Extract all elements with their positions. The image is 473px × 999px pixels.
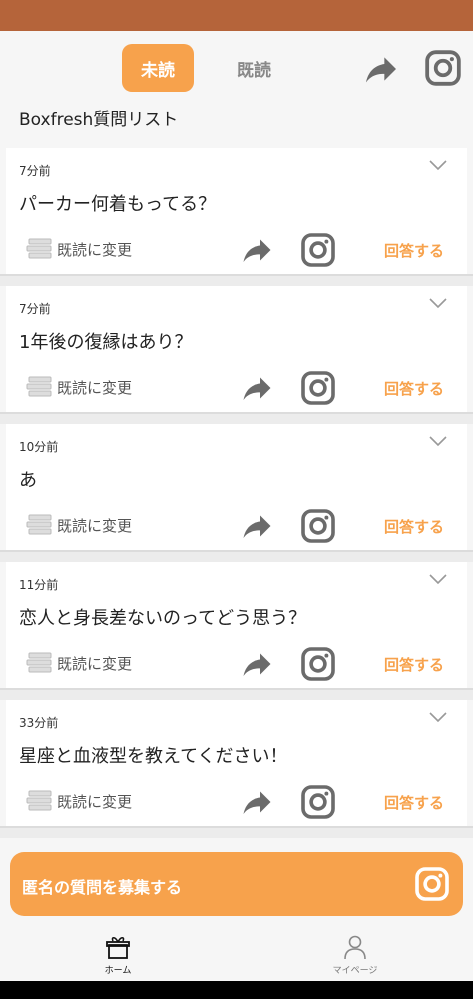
instagram-icon[interactable] — [300, 646, 336, 682]
chevron-down-icon[interactable] — [429, 298, 447, 310]
question-card: 10分前 あ 既読に変更 回答する — [6, 424, 467, 550]
nav-home[interactable]: ホーム — [78, 934, 158, 976]
books-icon — [26, 514, 52, 535]
instagram-icon[interactable] — [300, 784, 336, 820]
nav-mypage-label: マイページ — [332, 966, 378, 976]
mark-read-button[interactable]: 既読に変更 — [26, 238, 132, 260]
status-bar — [0, 0, 473, 31]
question-time: 33分前 — [19, 716, 59, 730]
books-icon — [26, 652, 52, 673]
mark-read-label: 既読に変更 — [57, 654, 133, 673]
question-time: 7分前 — [19, 164, 51, 178]
mark-read-label: 既読に変更 — [57, 792, 133, 811]
person-icon — [344, 935, 366, 960]
mark-read-button[interactable]: 既読に変更 — [26, 376, 132, 398]
question-time: 11分前 — [19, 578, 59, 592]
question-text: パーカー何着もってる？ — [19, 194, 217, 215]
divider — [0, 274, 473, 286]
mark-read-button[interactable]: 既読に変更 — [26, 514, 132, 536]
recruit-questions-button[interactable]: 匿名の質問を募集する — [10, 852, 463, 916]
chevron-down-icon[interactable] — [429, 436, 447, 448]
answer-button[interactable]: 回答する — [384, 654, 444, 675]
chevron-down-icon[interactable] — [429, 574, 447, 586]
instagram-icon[interactable] — [300, 370, 336, 406]
recruit-label: 匿名の質問を募集する — [22, 878, 183, 897]
divider — [0, 550, 473, 562]
question-card: 7分前 1年後の復縁はあり？ 既読に変更 回答する — [6, 286, 467, 412]
instagram-icon[interactable] — [300, 232, 336, 268]
top-bar: 未読 既読 Boxfresh質問リスト — [0, 31, 473, 146]
gift-box-icon — [106, 936, 130, 959]
books-icon — [26, 790, 52, 811]
mark-read-label: 既読に変更 — [57, 516, 133, 535]
answer-button[interactable]: 回答する — [384, 240, 444, 261]
answer-button[interactable]: 回答する — [384, 516, 444, 537]
share-arrow-icon[interactable] — [238, 232, 276, 268]
question-text: あ — [19, 470, 37, 491]
share-arrow-icon[interactable] — [238, 370, 276, 406]
instagram-icon[interactable] — [424, 49, 462, 87]
question-card: 33分前 星座と血液型を教えてください！ 既読に変更 回答する — [6, 700, 467, 826]
answer-button[interactable]: 回答する — [384, 792, 444, 813]
mark-read-label: 既読に変更 — [57, 378, 133, 397]
divider — [0, 412, 473, 424]
share-arrow-icon[interactable] — [238, 784, 276, 820]
share-arrow-icon[interactable] — [238, 508, 276, 544]
divider — [0, 688, 473, 700]
instagram-icon — [415, 867, 449, 901]
tab-unread[interactable]: 未読 — [122, 44, 194, 92]
nav-mypage[interactable]: マイページ — [315, 934, 395, 976]
bottom-nav: ホーム マイページ — [0, 930, 473, 981]
divider — [0, 826, 473, 838]
tab-read[interactable]: 既読 — [218, 44, 290, 92]
nav-home-label: ホーム — [104, 966, 132, 976]
mark-read-label: 既読に変更 — [57, 240, 133, 259]
question-time: 10分前 — [19, 440, 59, 454]
question-text: 恋人と身長差ないのってどう思う？ — [19, 608, 307, 629]
list-title: Boxfresh質問リスト — [19, 110, 179, 130]
question-card: 11分前 恋人と身長差ないのってどう思う？ 既読に変更 回答する — [6, 562, 467, 688]
mark-read-button[interactable]: 既読に変更 — [26, 652, 132, 674]
mark-read-button[interactable]: 既読に変更 — [26, 790, 132, 812]
books-icon — [26, 376, 52, 397]
system-nav-bar — [0, 981, 473, 999]
question-card: 7分前 パーカー何着もってる？ 既読に変更 回答する — [6, 148, 467, 274]
answer-button[interactable]: 回答する — [384, 378, 444, 399]
share-arrow-icon[interactable] — [238, 646, 276, 682]
question-time: 7分前 — [19, 302, 51, 316]
share-arrow-icon[interactable] — [361, 49, 401, 89]
chevron-down-icon[interactable] — [429, 160, 447, 172]
instagram-icon[interactable] — [300, 508, 336, 544]
question-text: 星座と血液型を教えてください！ — [19, 746, 288, 767]
books-icon — [26, 238, 52, 259]
chevron-down-icon[interactable] — [429, 712, 447, 724]
question-text: 1年後の復縁はあり？ — [19, 332, 193, 353]
